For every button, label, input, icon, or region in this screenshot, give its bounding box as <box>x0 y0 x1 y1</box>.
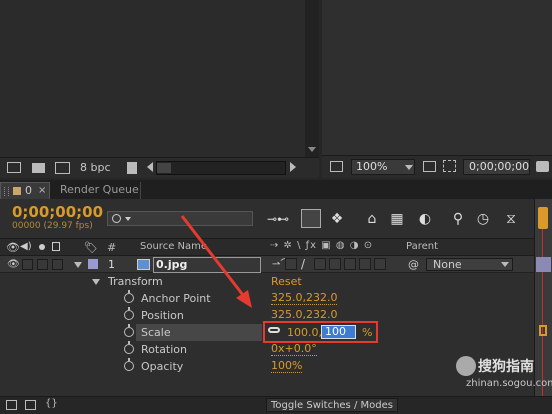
layer-duration-bar[interactable] <box>536 257 551 272</box>
arrow-head <box>236 290 252 308</box>
expand-pane-icon[interactable] <box>25 400 36 410</box>
timeline-footer: {} Toggle Switches / Modes <box>0 396 552 414</box>
comp-flowchart-icon[interactable] <box>6 400 17 410</box>
toggle-switches-modes-button[interactable]: Toggle Switches / Modes <box>266 398 398 412</box>
watermark-url: zhinan.sogou.com <box>466 378 552 389</box>
watermark-title: 搜狗指南 <box>478 359 534 375</box>
playhead-marker-icon[interactable] <box>538 207 548 229</box>
keyframe-marker[interactable] <box>539 325 547 336</box>
stretch-icon[interactable]: {} <box>45 398 58 409</box>
sogou-watermark-logo <box>456 356 476 376</box>
annotation-arrow <box>180 215 252 308</box>
toggle-switches-modes-label: Toggle Switches / Modes <box>271 400 393 411</box>
